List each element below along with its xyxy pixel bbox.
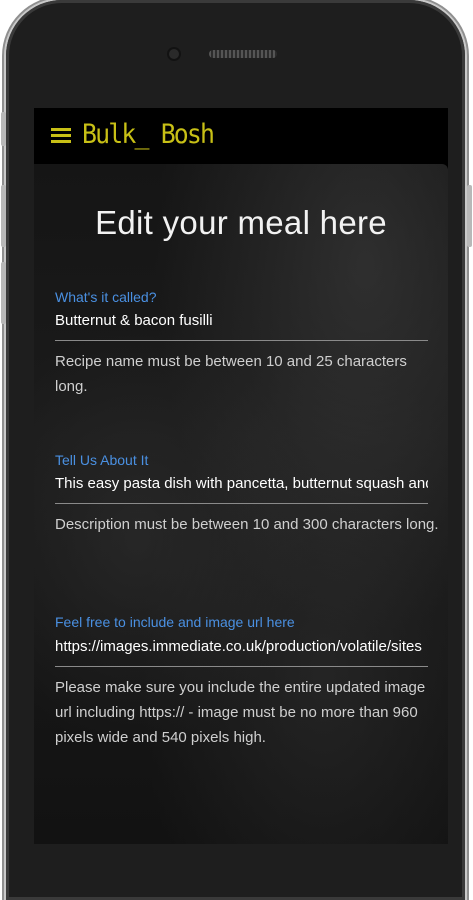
volume-down-button [1,262,6,324]
meal-name-label: What's it called? [55,289,157,305]
mute-switch [1,112,6,146]
description-helper-text: Description must be between 10 and 300 c… [55,516,439,533]
volume-up-button [1,185,6,247]
description-input[interactable]: This easy pasta dish with pancetta, butt… [55,475,428,492]
hamburger-menu-icon[interactable] [51,128,71,144]
description-underline [55,503,428,504]
screen: Bulk_ Bosh Edit your meal here What's it… [34,108,448,844]
meal-name-underline [55,340,428,341]
phone-frame: Bulk_ Bosh Edit your meal here What's it… [6,0,465,900]
meal-name-helper-text: Recipe name must be between 10 and 25 ch… [55,353,407,395]
image-url-helper-text: Please make sure you include the entire … [55,679,426,746]
speaker-grille [209,50,277,58]
page-title: Edit your meal here [95,204,387,241]
image-url-underline [55,666,428,667]
navbar: Bulk_ Bosh [34,108,448,164]
meal-name-input[interactable]: Butternut & bacon fusilli [55,312,428,329]
image-url-label: Feel free to include and image url here [55,614,295,630]
power-button [467,185,472,247]
edit-meal-form: Edit your meal here What's it called? Bu… [34,164,448,844]
description-label: Tell Us About It [55,452,149,468]
image-url-input[interactable]: https://images.immediate.co.uk/productio… [55,638,428,655]
camera-icon [169,49,179,59]
brand-logo[interactable]: Bulk_ Bosh [82,119,215,150]
